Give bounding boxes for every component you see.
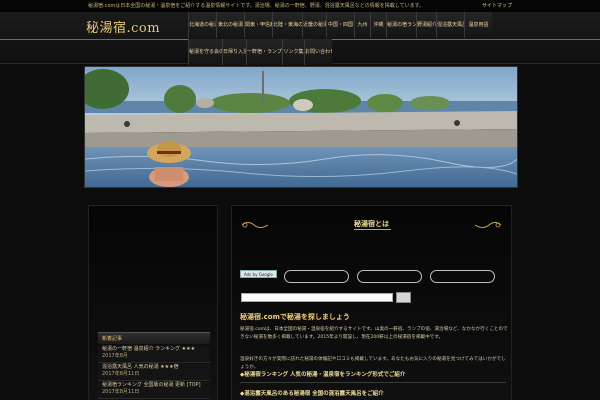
main-content: 秘湯宿とは Ads by Google 秘湯宿.comで秘湯を探しましょう 秘湯… <box>231 205 512 400</box>
hero-image <box>84 66 518 188</box>
sidebar-entry-date: 2017年8月 <box>102 353 128 359</box>
ad-link-button[interactable] <box>357 270 422 283</box>
nav-item[interactable]: 野湯紹介 <box>416 12 436 38</box>
nav-item[interactable]: 関東・甲信越の秘湯 <box>244 12 272 38</box>
site-logo[interactable]: 秘湯宿.com <box>86 17 160 36</box>
nav-item[interactable]: 近畿の秘湯 <box>302 12 326 38</box>
sidebar-entry-date: 2017年8月11日 <box>102 389 140 395</box>
nav-item[interactable]: 中国・四国 <box>326 12 354 38</box>
ad-link-button[interactable] <box>430 270 495 283</box>
nav-item[interactable]: 秘湯を守る会の宿 <box>188 39 222 65</box>
search-input[interactable] <box>241 293 393 302</box>
nav-item[interactable]: 沖縄 <box>370 12 386 38</box>
global-nav: 北海道の秘湯 東北の秘湯 関東・甲信越の秘湯 北陸・東海の秘湯 近畿の秘湯 中国… <box>188 12 518 65</box>
intro-paragraph: 秘湯宿.comは、日本全国の秘湯・温泉宿を紹介するサイトです。山奥の一軒宿、ラン… <box>240 327 508 340</box>
top-strip: 秘湯宿.comは日本全国の秘湯・温泉宿をご紹介する温泉情報サイトです。湯治場、秘… <box>0 0 600 12</box>
nav-item[interactable]: お問い合わせ <box>304 39 332 65</box>
sidebar-entry-title: 秘湯宿ランキング 全国版の秘湯 更新 [TOP] <box>102 382 201 388</box>
sidebar-entry-date: 2017年8月11日 <box>102 371 140 377</box>
nav-item[interactable]: 日帰り入浴 <box>222 39 246 65</box>
nav-item[interactable]: 混浴露天風呂 <box>436 12 464 38</box>
sitemap-link[interactable]: サイトマップ <box>482 2 512 9</box>
sidebar: 新着記事 秘湯の一軒宿 温泉紹介 ランキング ★★★ 2017年8月 混浴露天風… <box>88 205 218 400</box>
sidebar-entry[interactable]: 混浴露天風呂 人気の秘湯 ★★★宿 2017年8月11日 <box>98 364 210 381</box>
nav-item[interactable]: 一軒宿・ランプの宿 <box>246 39 282 65</box>
nav-item[interactable]: 北陸・東海の秘湯 <box>272 12 302 38</box>
hot-spring-photo <box>85 67 517 187</box>
ad-link-button[interactable] <box>284 270 349 283</box>
feature-link[interactable]: ◆混浴露天風呂のある秘湯宿 全国の混浴露天風呂をご紹介 <box>240 389 506 400</box>
nav-item[interactable]: 温泉用語 <box>464 12 492 38</box>
page-title: 秘湯宿とは <box>354 220 389 228</box>
title-underline <box>354 229 391 230</box>
logo-tld: com <box>131 21 161 36</box>
site-header: 秘湯宿.com 北海道の秘湯 東北の秘湯 関東・甲信越の秘湯 北陸・東海の秘湯 … <box>0 12 600 65</box>
ads-by-google-badge[interactable]: Ads by Google <box>240 270 277 278</box>
nav-item[interactable]: リンク集 <box>282 39 304 65</box>
sidebar-entry-title: 秘湯の一軒宿 温泉紹介 ランキング ★★★ <box>102 346 196 352</box>
nav-item[interactable]: 九州 <box>354 12 370 38</box>
sidebar-entry[interactable]: 秘湯の一軒宿 温泉紹介 ランキング ★★★ 2017年8月 <box>98 346 210 363</box>
sidebar-entry[interactable]: 秘湯宿ランキング 全国版の秘湯 更新 [TOP] 2017年8月11日 <box>98 382 210 399</box>
sidebar-entry-title: 混浴露天風呂 人気の秘湯 ★★★宿 <box>102 364 179 370</box>
logo-main: 秘湯宿 <box>86 21 127 36</box>
site-tagline: 秘湯宿.comは日本全国の秘湯・温泉宿をご紹介する温泉情報サイトです。湯治場、秘… <box>88 3 425 9</box>
sidebar-heading: 新着記事 <box>98 332 210 344</box>
nav-item[interactable]: 東北の秘湯 <box>216 12 244 38</box>
search-button[interactable] <box>396 292 411 303</box>
nav-item[interactable]: 北海道の秘湯 <box>188 12 216 38</box>
section-heading: 秘湯宿.comで秘湯を探しましょう <box>240 313 350 321</box>
feature-link[interactable]: ◆秘湯宿ランキング 人気の秘湯・温泉宿をランキング形式でご紹介 <box>240 370 506 383</box>
nav-item[interactable]: 秘湯の宿ランキング <box>386 12 416 38</box>
